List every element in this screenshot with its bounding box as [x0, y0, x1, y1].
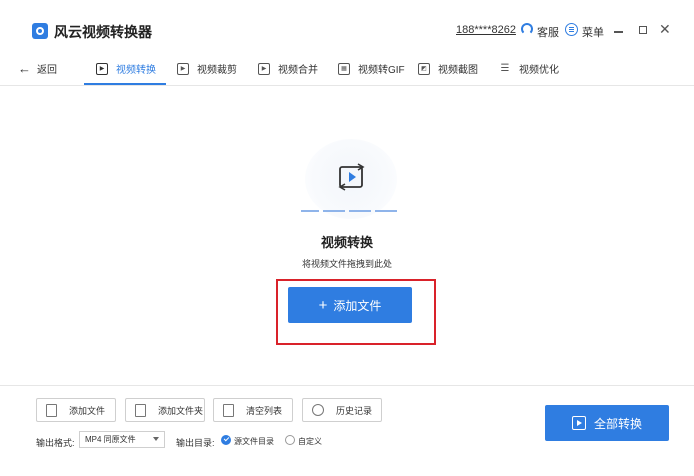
add-folder-label: 添加文件夹 — [158, 405, 204, 416]
add-file-label: 添加文件 — [69, 405, 106, 416]
bottom-divider — [0, 385, 694, 386]
history-button[interactable]: 历史记录 — [302, 398, 382, 422]
tab-video-merge[interactable]: ▶ 视频合并 — [258, 61, 318, 76]
tab-label: 视频合并 — [278, 65, 318, 76]
play-icon — [571, 416, 586, 430]
menu-button[interactable]: 菜单 — [582, 24, 604, 40]
output-format-label: 输出格式: — [36, 438, 75, 448]
menu-icon[interactable] — [565, 23, 578, 36]
plus-icon: + — [318, 296, 328, 314]
back-arrow-icon: ← — [18, 61, 31, 76]
output-format-select[interactable]: MP4 同原文件 — [79, 431, 165, 448]
video-convert-large-icon — [338, 163, 365, 191]
trash-icon — [223, 403, 234, 417]
drop-zone-hint: 将视频文件拖拽到此处 — [301, 259, 392, 269]
headset-icon[interactable] — [521, 23, 533, 35]
convert-all-label: 全部转换 — [593, 416, 642, 431]
output-format-value: MP4 同原文件 — [85, 435, 136, 444]
video-crop-icon: ▶ — [177, 62, 189, 75]
back-button[interactable]: ← 返回 — [18, 61, 57, 76]
drop-zone-title: 视频转换 — [320, 235, 373, 250]
app-logo-icon — [32, 23, 48, 39]
convert-all-button[interactable]: 全部转换 — [545, 405, 669, 441]
tab-label: 视频截图 — [438, 65, 478, 76]
radio-source-dir-label: 源文件目录 — [234, 437, 274, 446]
title-bar: 风云视频转换器 188****8262 客服 菜单 ✕ — [0, 0, 694, 44]
tab-label: 视频裁剪 — [197, 65, 237, 76]
back-label: 返回 — [37, 65, 57, 76]
clear-list-button[interactable]: 清空列表 — [213, 398, 293, 422]
video-gif-icon: ▦ — [338, 62, 350, 75]
drop-zone-illustration — [291, 125, 411, 225]
radio-source-dir[interactable] — [221, 435, 231, 445]
video-convert-icon: ▶ — [96, 62, 108, 75]
clock-icon — [312, 404, 324, 416]
customer-service-button[interactable]: 客服 — [537, 24, 559, 40]
history-label: 历史记录 — [336, 405, 373, 416]
video-optimize-icon: ☰ — [500, 63, 510, 74]
tab-video-crop[interactable]: ▶ 视频裁剪 — [177, 61, 237, 76]
tab-label: 视频优化 — [519, 65, 559, 76]
video-screenshot-icon: ◩ — [418, 62, 430, 75]
tab-label: 视频转换 — [116, 65, 156, 76]
add-file-button[interactable]: 添加文件 — [36, 398, 116, 422]
tab-label: 视频转GIF — [358, 65, 405, 76]
tab-video-screenshot[interactable]: ◩ 视频截图 — [418, 61, 478, 76]
account-phone-link[interactable]: 188****8262 — [456, 24, 516, 36]
add-file-main-label: 添加文件 — [333, 298, 382, 313]
video-merge-icon: ▶ — [258, 62, 270, 75]
add-file-main-button[interactable]: + 添加文件 — [288, 287, 412, 323]
add-folder-icon — [135, 403, 146, 417]
minimize-button[interactable] — [614, 31, 623, 33]
maximize-button[interactable] — [639, 26, 647, 34]
illustration-dashes — [301, 210, 397, 212]
app-title: 风云视频转换器 — [54, 24, 152, 40]
tab-video-convert[interactable]: ▶ 视频转换 — [96, 61, 156, 76]
active-tab-indicator — [84, 83, 166, 85]
radio-custom-dir[interactable] — [285, 435, 295, 445]
add-file-icon — [46, 403, 57, 417]
close-button[interactable]: ✕ — [659, 22, 671, 36]
tab-video-gif[interactable]: ▦ 视频转GIF — [338, 61, 405, 76]
clear-list-label: 清空列表 — [246, 405, 283, 416]
tab-bar: ← 返回 ▶ 视频转换 ▶ 视频裁剪 ▶ 视频合并 ▦ 视频转GIF ◩ 视频截… — [0, 52, 694, 86]
radio-custom-dir-label: 自定义 — [298, 437, 322, 446]
chevron-down-icon — [153, 437, 159, 441]
add-folder-button[interactable]: 添加文件夹 — [125, 398, 205, 422]
tab-video-optimize[interactable]: ☰ 视频优化 — [499, 61, 559, 76]
output-dir-label: 输出目录: — [176, 438, 215, 448]
